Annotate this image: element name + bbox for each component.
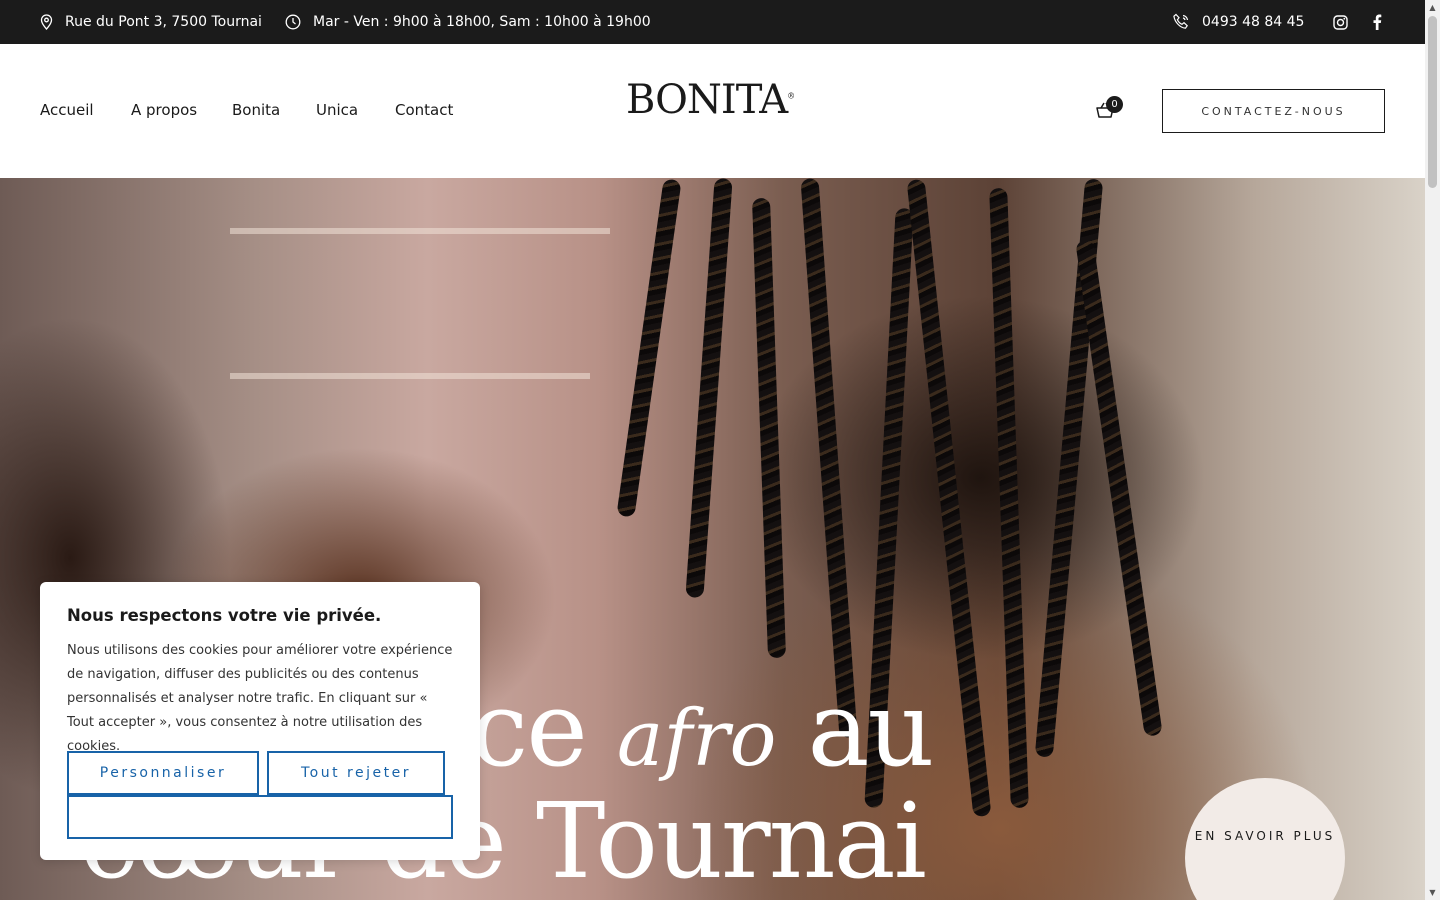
scroll-up-arrow-icon[interactable]: ▲ — [1425, 0, 1440, 15]
facebook-icon — [1373, 14, 1382, 30]
contact-us-button[interactable]: CONTACTEZ-NOUS — [1162, 89, 1385, 133]
page-scrollbar[interactable]: ▲ ▼ — [1425, 0, 1440, 900]
opening-hours-item: Mar - Ven : 9h00 à 18h00, Sam : 10h00 à … — [285, 0, 651, 44]
scrollbar-thumb[interactable] — [1428, 16, 1437, 188]
braid-decoration — [616, 178, 682, 518]
top-info-bar: Rue du Pont 3, 7500 Tournai Mar - Ven : … — [0, 0, 1425, 44]
braid-decoration — [989, 187, 1029, 809]
site-header: Accueil A propos Bonita Unica Contact BO… — [0, 44, 1425, 178]
clock-icon — [285, 14, 301, 30]
location-pin-icon — [40, 14, 53, 30]
phone-link[interactable]: 0493 48 84 45 — [1172, 0, 1304, 44]
page: Rue du Pont 3, 7500 Tournai Mar - Ven : … — [0, 0, 1425, 900]
nav-item-a-propos[interactable]: A propos — [131, 101, 197, 119]
braid-decoration — [800, 178, 858, 738]
site-logo[interactable]: BONITA® — [626, 80, 795, 120]
nav-item-accueil[interactable]: Accueil — [40, 101, 94, 119]
address-text: Rue du Pont 3, 7500 Tournai — [65, 14, 262, 30]
braid-decoration — [1075, 239, 1163, 737]
background-shelf — [230, 228, 610, 234]
learn-more-button[interactable]: EN SAVOIR PLUS — [1185, 778, 1345, 900]
opening-hours-text: Mar - Ven : 9h00 à 18h00, Sam : 10h00 à … — [313, 14, 651, 30]
phone-number: 0493 48 84 45 — [1202, 14, 1305, 30]
nav-item-contact[interactable]: Contact — [395, 101, 453, 119]
cookie-reject-all-button[interactable]: Tout rejeter — [267, 751, 445, 795]
phone-icon — [1173, 13, 1189, 29]
logo-text: BONITA — [626, 77, 788, 123]
nav-item-unica[interactable]: Unica — [316, 101, 358, 119]
hero-headline-word: au — [807, 668, 935, 790]
instagram-link[interactable] — [1330, 12, 1350, 32]
address-item: Rue du Pont 3, 7500 Tournai — [40, 0, 262, 44]
scroll-down-arrow-icon[interactable]: ▼ — [1425, 885, 1440, 900]
nav-item-bonita[interactable]: Bonita — [232, 101, 280, 119]
cookie-customize-button[interactable]: Personnaliser — [67, 751, 259, 795]
braid-decoration — [685, 178, 733, 599]
hero-headline-word: Tournai — [536, 780, 927, 900]
cookie-consent-banner: Nous respectons votre vie privée. Nous u… — [40, 582, 480, 860]
facebook-link[interactable] — [1367, 12, 1387, 32]
logo-registered-mark: ® — [787, 91, 796, 101]
cookie-description: Nous utilisons des cookies pour améliore… — [67, 643, 453, 754]
background-shelf — [230, 373, 590, 379]
cookie-accept-all-button[interactable] — [67, 795, 453, 839]
cookie-title: Nous respectons votre vie privée. — [67, 606, 382, 625]
cart-count-badge: 0 — [1106, 96, 1123, 113]
instagram-icon — [1332, 14, 1348, 30]
hero-headline-script-word: afro — [616, 694, 777, 784]
braid-decoration — [751, 197, 787, 659]
